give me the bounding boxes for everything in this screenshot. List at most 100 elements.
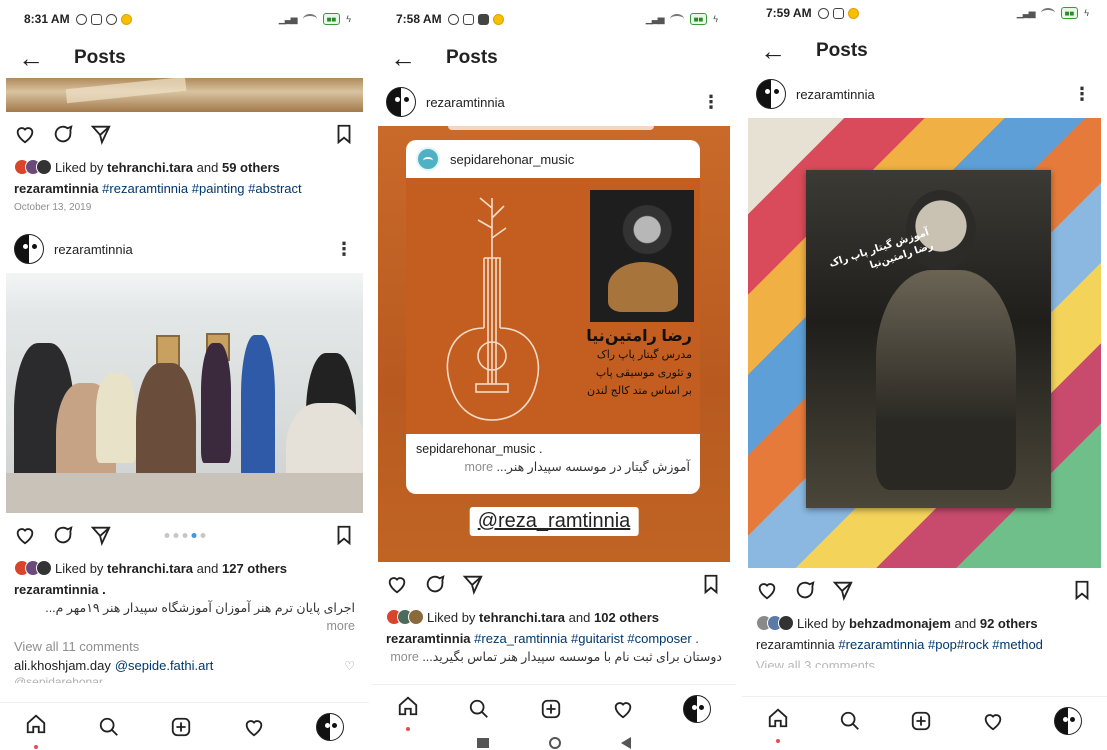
page-title: Posts [816,40,868,61]
more-link[interactable]: more [390,650,418,664]
battery-icon: ■■ [1060,7,1079,19]
new-post-icon[interactable] [540,698,562,720]
musician-photo [590,190,694,322]
avatar[interactable] [14,234,44,264]
account-name[interactable]: sepidarehonar_music [450,152,574,167]
like-heart-icon[interactable] [756,579,778,601]
home-icon[interactable] [25,713,47,749]
new-post-icon[interactable] [910,710,932,732]
poster-image: رضا رامتین‌نیا مدرس گیتار پاپ راک و تئور… [406,178,700,434]
carousel-dots [164,532,205,538]
header: ← Posts [0,38,369,78]
like-heart-icon[interactable] [14,524,36,546]
username[interactable]: rezaramtinnia [54,242,335,257]
username[interactable]: rezaramtinnia [426,95,702,110]
back-arrow-icon[interactable]: ← [390,45,416,71]
header: ← Posts [742,26,1107,76]
battery-icon: ■■ [322,13,341,25]
screen-3: 7:59 AM ▁▃▅ ■■ ϟ ← Posts rezaramtinnia ⋮… [742,0,1107,750]
screen-icon [832,7,844,19]
share-icon[interactable] [462,573,484,595]
activity-heart-icon[interactable] [612,698,634,720]
post-header: rezaramtinnia ⋮ [0,225,369,273]
instagram-icon [105,13,117,25]
status-time: 8:31 AM [24,12,70,26]
signal-icon: ▁▃▅ [645,13,665,24]
view-comments-link[interactable]: View all 3 comments [742,656,1107,668]
search-icon[interactable] [468,698,490,720]
battery-icon: ■■ [689,13,708,25]
system-home-icon[interactable] [549,737,561,749]
share-icon[interactable] [90,123,112,145]
post-image-story[interactable]: sepidarehonar_music رضا رام [378,126,730,562]
post-caption: rezaramtinnia #rezaramtinnia #pop#rock #… [756,637,1043,652]
home-icon[interactable] [397,695,419,731]
bookmark-icon[interactable] [333,123,355,145]
activity-heart-icon[interactable] [982,710,1004,732]
wifi-icon [669,14,684,24]
post-image-classroom[interactable] [6,273,363,513]
bookmark-icon[interactable] [333,524,355,546]
emoji-icon [120,13,132,25]
username[interactable]: rezaramtinnia [796,87,1073,102]
comment-icon[interactable] [52,123,74,145]
profile-avatar-icon[interactable] [1054,706,1083,735]
status-time: 7:59 AM [766,6,812,20]
wifi-icon [1040,8,1055,18]
share-icon[interactable] [90,524,112,546]
back-arrow-icon[interactable]: ← [18,45,44,71]
more-options-icon[interactable]: ⋮ [1073,85,1091,103]
back-arrow-icon[interactable]: ← [760,38,786,64]
share-icon[interactable] [832,579,854,601]
post-caption: rezaramtinnia #reza_ramtinnia #guitarist… [386,631,722,664]
likes-row[interactable]: Liked by tehranchi.tara and 127 others [0,557,369,579]
search-icon[interactable] [839,710,861,732]
like-heart-icon[interactable] [386,573,408,595]
comment-icon[interactable] [794,579,816,601]
wifi-icon [302,14,317,24]
status-bar: 7:58 AM ▁▃▅ ■■ ϟ [372,0,736,38]
bookmark-icon[interactable] [1071,579,1093,601]
post-header: rezaramtinnia ⋮ [372,78,736,126]
post-image-guitarist[interactable]: آموزش گیتار پاپ راک رضا رامتین‌نیا [748,118,1101,568]
post-image-painting[interactable] [6,78,363,112]
shared-post-card: sepidarehonar_music رضا رام [406,140,700,494]
alarm-icon [817,7,829,19]
likes-row[interactable]: Liked by behzadmonajem and 92 others [742,612,1107,634]
likes-row[interactable]: Liked by tehranchi.tara and 59 others [0,156,369,178]
avatar[interactable] [386,87,416,117]
new-post-icon[interactable] [170,716,192,738]
avatar[interactable] [756,79,786,109]
page-title: Posts [74,47,126,68]
account-avatar[interactable] [416,147,440,171]
comment-icon[interactable] [52,524,74,546]
more-options-icon[interactable]: ⋮ [335,240,353,258]
status-bar: 7:59 AM ▁▃▅ ■■ ϟ [742,0,1107,26]
charging-icon: ϟ [346,14,351,24]
bookmark-icon[interactable] [700,573,722,595]
post-header: rezaramtinnia ⋮ [742,76,1107,112]
handle-sticker[interactable]: @reza_ramtinnia [469,507,639,536]
home-icon[interactable] [767,707,789,743]
system-back-icon[interactable] [621,737,631,749]
comment-like-icon[interactable]: ♡ [344,659,355,673]
activity-heart-icon[interactable] [243,716,265,738]
profile-avatar-icon[interactable] [683,694,712,723]
screen-icon [462,13,474,25]
post-date: October 13, 2019 [14,202,92,213]
shared-post-caption: sepidarehonar_music . آموزش گیتار در موس… [416,442,690,474]
post-caption: rezaramtinnia . اجرای پایان ترم هنر آموز… [14,582,355,633]
post-caption: rezaramtinnia #rezaramtinnia #painting #… [14,181,302,196]
profile-avatar-icon[interactable] [315,712,344,741]
view-comments-link[interactable]: View all 11 comments [0,637,369,656]
like-heart-icon[interactable] [14,123,36,145]
more-options-icon[interactable]: ⋮ [702,93,720,111]
likes-row[interactable]: Liked by tehranchi.tara and 102 others [372,606,736,628]
bottom-nav [742,696,1107,744]
post-actions [0,513,369,557]
signal-icon: ▁▃▅ [278,13,298,24]
comment-icon[interactable] [424,573,446,595]
search-icon[interactable] [98,716,120,738]
more-link[interactable]: more [327,619,355,633]
recents-icon[interactable] [477,738,489,748]
